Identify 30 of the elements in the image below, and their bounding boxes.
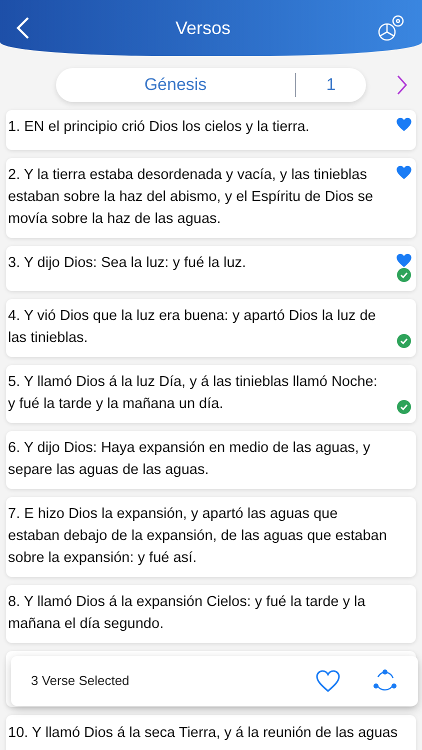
- next-icon[interactable]: [396, 74, 408, 96]
- verse-card[interactable]: 2. Y la tierra estaba desordenada y vacía, y las tinieblas estaban sobre la haz del abismo, y el Espíritu de Dios se movía sobre la haz de las aguas.: [6, 158, 416, 238]
- verse-text: 5. Y llamó Dios á la luz Día, y á las tinieblas llamó Noche: y fué la tarde y la mañana un día.: [8, 373, 378, 414]
- verse-card[interactable]: 1. EN el principio crió Dios los cielos y la tierra.: [6, 110, 416, 150]
- verse-card[interactable]: 4. Y vió Dios que la luz era buena: y apartó Dios la luz de las tinieblas.: [6, 299, 416, 357]
- heart-icon[interactable]: [316, 670, 340, 692]
- chapter-number[interactable]: 1: [296, 72, 366, 98]
- heart-icon[interactable]: [396, 253, 412, 268]
- back-icon[interactable]: [16, 16, 30, 40]
- verse-text: 2. Y la tierra estaba desordenada y vacía, y las tinieblas estaban sobre la haz del abismo, y el Espíritu de Dios se movía sobre la haz de las aguas.: [8, 166, 374, 229]
- verse-text: 6. Y dijo Dios: Haya expansión en medio de las aguas, y separe las aguas de las aguas.: [8, 439, 372, 480]
- heart-icon[interactable]: [396, 165, 412, 180]
- verse-text: 1. EN el principio crió Dios los cielos y la tierra.: [8, 118, 310, 137]
- verse-card[interactable]: 5. Y llamó Dios á la luz Día, y á las tinieblas llamó Noche: y fué la tarde y la mañana un día.: [6, 365, 416, 423]
- verse-card[interactable]: 7. E hizo Dios la expansión, y apartó las aguas que estaban debajo de la expansión, de las aguas que estaban sobre la expansión: y fué así.: [6, 497, 416, 577]
- book-name[interactable]: Génesis: [56, 72, 295, 98]
- verse-text: 8. Y llamó Dios á la expansión Cielos: y fué la tarde y la mañana el día segundo.: [8, 593, 366, 634]
- verse-card[interactable]: 8. Y llamó Dios á la expansión Cielos: y fué la tarde y la mañana el día segundo.: [6, 585, 416, 643]
- book-chapter-selector[interactable]: Génesis 1: [56, 68, 366, 102]
- verse-text: 10. Y llamó Dios á la seca Tierra, y á la reunión de las aguas: [8, 725, 398, 741]
- verse-text: 4. Y vió Dios que la luz era buena: y apartó Dios la luz de las tinieblas.: [8, 307, 377, 348]
- settings-icon[interactable]: [376, 13, 406, 43]
- verse-text: 7. E hizo Dios la expansión, y apartó las aguas que estaban debajo de la expansión, de las aguas que estaban sobre la expansión: y fué así.: [8, 505, 388, 568]
- verse-card[interactable]: 10. Y llamó Dios á la seca Tierra, y á la reunión de las aguas: [6, 715, 416, 750]
- verse-card[interactable]: 6. Y dijo Dios: Haya expansión en medio de las aguas, y separe las aguas de las aguas.: [6, 431, 416, 489]
- heart-icon[interactable]: [396, 117, 412, 132]
- selection-count: 3 Verse Selected: [31, 672, 130, 690]
- verse-text: 3. Y dijo Dios: Sea la luz: y fué la luz.: [8, 254, 248, 273]
- verse-card[interactable]: 3. Y dijo Dios: Sea la luz: y fué la luz.: [6, 246, 416, 291]
- page-title: Versos: [175, 16, 231, 40]
